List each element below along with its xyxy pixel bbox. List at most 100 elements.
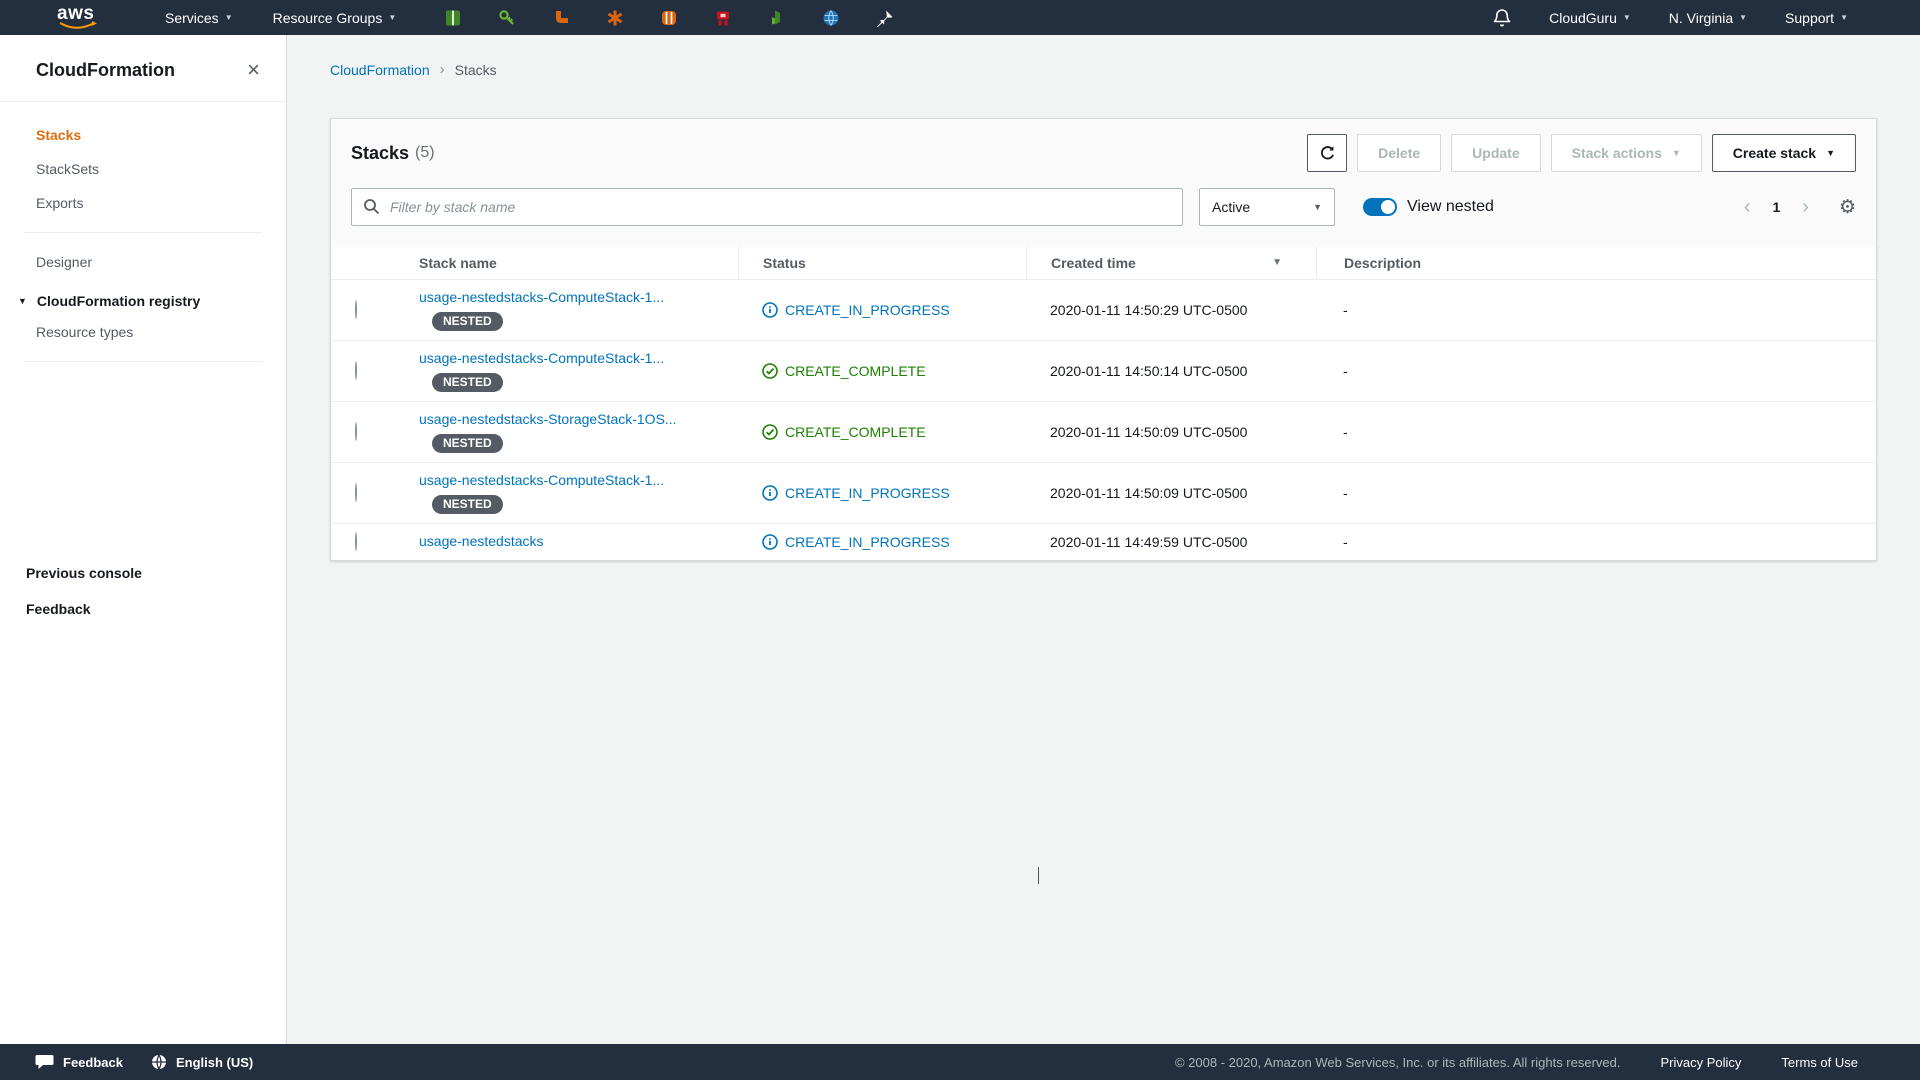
top-navigation-bar: aws Services ▼ Resource Groups ▼ bbox=[0, 0, 1920, 35]
sidebar-feedback-link[interactable]: Feedback bbox=[0, 591, 286, 627]
nested-badge: NESTED bbox=[432, 434, 503, 453]
footer-language-selector[interactable]: English (US) bbox=[151, 1054, 253, 1070]
stack-status: CREATE_COMPLETE bbox=[785, 424, 926, 440]
stack-radio[interactable] bbox=[355, 422, 357, 441]
create-stack-button[interactable]: Create stack ▼ bbox=[1712, 134, 1856, 172]
stack-created-time: 2020-01-11 14:50:29 UTC-0500 bbox=[1026, 302, 1316, 318]
stack-name-link[interactable]: usage-nestedstacks-ComputeStack-1... bbox=[419, 350, 664, 366]
table-header-row: Stack name Status Created time ▼ Descrip… bbox=[331, 246, 1876, 280]
nested-badge: NESTED bbox=[432, 312, 503, 331]
stack-count: (5) bbox=[415, 144, 435, 162]
pagination: ‹ 1 › bbox=[1744, 197, 1809, 217]
column-header-status[interactable]: Status bbox=[738, 246, 1026, 279]
status-info-icon bbox=[762, 534, 778, 550]
refresh-button[interactable] bbox=[1307, 134, 1347, 172]
stack-radio[interactable] bbox=[355, 300, 357, 319]
divider bbox=[24, 232, 262, 233]
stack-radio[interactable] bbox=[355, 361, 357, 380]
chevron-down-icon: ▼ bbox=[1840, 14, 1848, 22]
stack-name-link[interactable]: usage-nestedstacks-ComputeStack-1... bbox=[419, 472, 664, 488]
table-row: usage-nestedstacks-ComputeStack-1... NES… bbox=[331, 341, 1876, 402]
globe-icon bbox=[151, 1054, 167, 1070]
speech-bubble-icon bbox=[35, 1054, 54, 1070]
close-icon[interactable]: × bbox=[247, 59, 260, 81]
footer-feedback-link[interactable]: Feedback bbox=[35, 1054, 123, 1070]
pushpin-icon[interactable] bbox=[876, 9, 894, 27]
privacy-policy-link[interactable]: Privacy Policy bbox=[1661, 1055, 1742, 1070]
sidebar: CloudFormation × Stacks StackSets Export… bbox=[0, 35, 287, 1044]
stack-name-link[interactable]: usage-nestedstacks bbox=[419, 533, 544, 549]
support-menu[interactable]: Support ▼ bbox=[1785, 10, 1848, 26]
sort-descending-icon[interactable]: ▼ bbox=[1272, 257, 1282, 268]
previous-page-icon[interactable]: ‹ bbox=[1744, 197, 1751, 217]
aws-logo[interactable]: aws bbox=[57, 4, 101, 32]
next-page-icon[interactable]: › bbox=[1802, 197, 1809, 217]
pinned-service-icon-green-box[interactable] bbox=[444, 9, 462, 27]
delete-button[interactable]: Delete bbox=[1357, 134, 1441, 172]
column-header-description[interactable]: Description bbox=[1316, 246, 1876, 279]
region-menu[interactable]: N. Virginia ▼ bbox=[1669, 10, 1747, 26]
filter-stack-name-input[interactable] bbox=[351, 188, 1183, 226]
pinned-service-icon-key[interactable] bbox=[498, 9, 516, 27]
sidebar-item-designer[interactable]: Designer bbox=[0, 245, 286, 279]
toggle-knob bbox=[1381, 200, 1395, 214]
current-page-number[interactable]: 1 bbox=[1772, 199, 1780, 215]
chevron-down-icon: ▼ bbox=[1739, 14, 1747, 22]
stack-radio[interactable] bbox=[355, 532, 357, 551]
notifications-bell-icon[interactable] bbox=[1493, 8, 1511, 28]
nav-right-group: CloudGuru ▼ N. Virginia ▼ Support ▼ bbox=[1493, 8, 1848, 28]
stack-radio[interactable] bbox=[355, 483, 357, 502]
terms-of-use-link[interactable]: Terms of Use bbox=[1781, 1055, 1858, 1070]
account-menu[interactable]: CloudGuru ▼ bbox=[1549, 10, 1631, 26]
chevron-down-icon: ▼ bbox=[1623, 14, 1631, 22]
sidebar-item-exports[interactable]: Exports bbox=[0, 186, 286, 220]
breadcrumb: CloudFormation › Stacks bbox=[287, 35, 1920, 78]
stack-description: - bbox=[1316, 302, 1876, 318]
table-row: usage-nestedstacks-ComputeStack-1... NES… bbox=[331, 280, 1876, 341]
previous-console-link[interactable]: Previous console bbox=[0, 555, 286, 591]
pinned-service-icon-striped-drum[interactable] bbox=[660, 9, 678, 27]
breadcrumb-cloudformation-link[interactable]: CloudFormation bbox=[330, 62, 430, 78]
pinned-service-icon-database[interactable] bbox=[822, 9, 840, 27]
sidebar-title: CloudFormation bbox=[36, 60, 175, 81]
sidebar-item-stacks[interactable]: Stacks bbox=[0, 118, 286, 152]
view-nested-toggle[interactable] bbox=[1363, 198, 1397, 216]
status-success-icon bbox=[762, 363, 778, 379]
table-row: usage-nestedstacks-StorageStack-1OS... N… bbox=[331, 402, 1876, 463]
stack-created-time: 2020-01-11 14:50:09 UTC-0500 bbox=[1026, 485, 1316, 501]
stack-name-link[interactable]: usage-nestedstacks-StorageStack-1OS... bbox=[419, 411, 677, 427]
pinned-service-icon-pipe[interactable] bbox=[552, 9, 570, 27]
stack-description: - bbox=[1316, 424, 1876, 440]
chevron-down-icon: ▼ bbox=[1672, 148, 1681, 158]
panel-title: Stacks bbox=[351, 143, 409, 164]
nested-badge: NESTED bbox=[432, 495, 503, 514]
column-header-created-time[interactable]: Created time ▼ bbox=[1026, 246, 1316, 279]
pinned-service-icon-asterisk[interactable] bbox=[606, 9, 624, 27]
nested-badge: NESTED bbox=[432, 373, 503, 392]
search-icon bbox=[363, 198, 380, 215]
services-menu[interactable]: Services ▼ bbox=[165, 10, 233, 26]
chevron-down-icon: ▼ bbox=[1313, 202, 1322, 212]
chevron-down-icon: ▼ bbox=[388, 14, 396, 22]
main-content: CloudFormation › Stacks Stacks (5) Delet… bbox=[287, 35, 1920, 1044]
stack-status: CREATE_IN_PROGRESS bbox=[785, 302, 950, 318]
breadcrumb-current: Stacks bbox=[455, 62, 497, 78]
stack-created-time: 2020-01-11 14:50:14 UTC-0500 bbox=[1026, 363, 1316, 379]
stack-actions-button[interactable]: Stack actions ▼ bbox=[1551, 134, 1702, 172]
resource-groups-menu[interactable]: Resource Groups ▼ bbox=[273, 10, 397, 26]
sidebar-section-registry[interactable]: ▼ CloudFormation registry bbox=[0, 279, 286, 315]
update-button[interactable]: Update bbox=[1451, 134, 1540, 172]
pinned-service-icon-green-pillar[interactable] bbox=[768, 9, 786, 27]
pinned-service-icon-red-robot[interactable] bbox=[714, 9, 732, 27]
stack-created-time: 2020-01-11 14:49:59 UTC-0500 bbox=[1026, 534, 1316, 550]
column-header-stack-name[interactable]: Stack name bbox=[395, 246, 738, 279]
stack-name-link[interactable]: usage-nestedstacks-ComputeStack-1... bbox=[419, 289, 664, 305]
sidebar-item-resource-types[interactable]: Resource types bbox=[0, 315, 286, 349]
view-nested-label: View nested bbox=[1407, 198, 1494, 216]
chevron-down-icon: ▼ bbox=[1826, 148, 1835, 158]
status-filter-select[interactable]: Active ▼ bbox=[1199, 188, 1335, 226]
gear-icon[interactable]: ⚙ bbox=[1839, 198, 1856, 217]
view-nested-toggle-group[interactable]: View nested bbox=[1363, 198, 1494, 216]
refresh-icon bbox=[1319, 145, 1336, 162]
sidebar-item-stacksets[interactable]: StackSets bbox=[0, 152, 286, 186]
